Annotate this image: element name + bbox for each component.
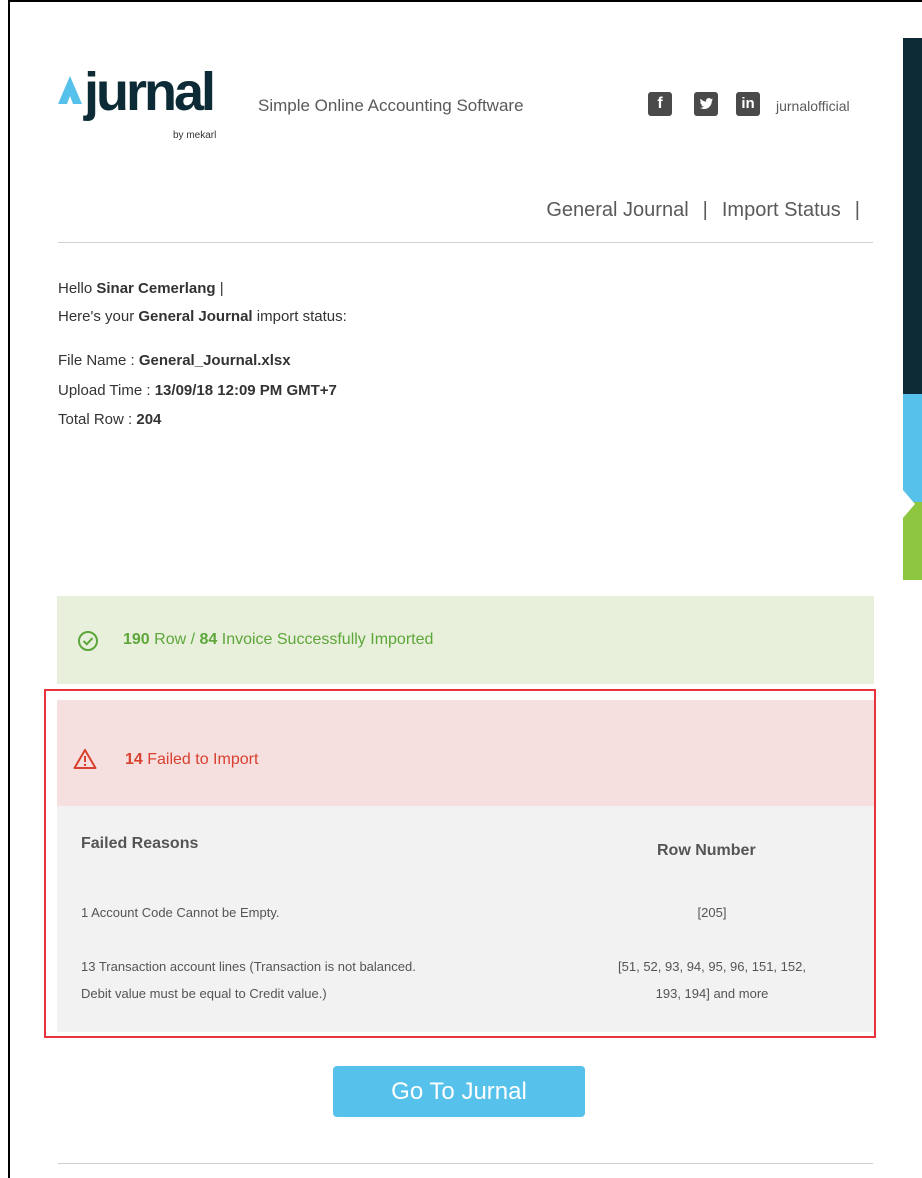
total-row-label: Total Row : bbox=[58, 411, 137, 428]
nav-import-status[interactable]: Import Status bbox=[722, 199, 841, 222]
linkedin-icon[interactable]: in bbox=[736, 92, 760, 116]
jurnal-logo[interactable]: jurnal by mekarl bbox=[56, 62, 246, 148]
breadcrumb: General Journal | Import Status | bbox=[546, 199, 874, 222]
footer-divider bbox=[58, 1163, 873, 1164]
success-message: 190 Row / 84 Invoice Successfully Import… bbox=[123, 631, 433, 649]
logo-wordmark: jurnal bbox=[84, 62, 216, 122]
logo-arrow-icon bbox=[58, 76, 82, 104]
tagline: Simple Online Accounting Software bbox=[258, 96, 524, 115]
nav-separator-trailing: | bbox=[854, 199, 860, 221]
hello-suffix: | bbox=[215, 280, 224, 297]
upload-time-value: 13/09/18 12:09 PM GMT+7 bbox=[154, 382, 337, 399]
nav-general-journal[interactable]: General Journal bbox=[546, 199, 688, 222]
header-divider bbox=[58, 242, 873, 243]
success-row-label: Row / bbox=[149, 631, 200, 648]
check-circle-icon bbox=[78, 631, 98, 651]
upload-time-line: Upload Time : 13/09/18 12:09 PM GMT+7 bbox=[58, 382, 337, 399]
twitter-icon[interactable] bbox=[694, 92, 718, 116]
decor-stripe-notch bbox=[903, 490, 915, 518]
twitter-bird-icon bbox=[699, 98, 714, 109]
failed-highlight-outline bbox=[44, 689, 876, 1038]
status-prefix: Here's your bbox=[58, 308, 139, 325]
file-name-value: General_Journal.xlsx bbox=[138, 352, 291, 369]
greeting-hello: Hello Sinar Cemerlang | bbox=[58, 280, 224, 297]
status-type: General Journal bbox=[138, 308, 253, 325]
decor-stripe-dark bbox=[903, 38, 922, 394]
frame-border-top bbox=[8, 0, 922, 2]
success-row-count: 190 bbox=[123, 631, 150, 648]
user-name: Sinar Cemerlang bbox=[96, 280, 216, 297]
file-name-line: File Name : General_Journal.xlsx bbox=[58, 352, 291, 369]
total-row-line: Total Row : 204 bbox=[58, 411, 161, 428]
upload-time-label: Upload Time : bbox=[58, 382, 155, 399]
go-to-jurnal-button[interactable]: Go To Jurnal bbox=[333, 1066, 585, 1117]
total-row-value: 204 bbox=[136, 411, 162, 428]
success-invoice-label: Invoice Successfully Imported bbox=[217, 631, 434, 648]
hello-prefix: Hello bbox=[58, 280, 97, 297]
greeting-status: Here's your General Journal import statu… bbox=[58, 308, 347, 325]
status-suffix: import status: bbox=[252, 308, 347, 325]
success-banner: 190 Row / 84 Invoice Successfully Import… bbox=[57, 596, 874, 684]
frame-border-left bbox=[8, 0, 10, 1178]
success-invoice-count: 84 bbox=[199, 631, 218, 648]
nav-separator: | bbox=[702, 199, 708, 221]
logo-byline: by mekarl bbox=[173, 130, 217, 141]
social-handle[interactable]: jurnalofficial bbox=[776, 98, 850, 114]
decor-stripe-blue bbox=[903, 394, 922, 502]
facebook-icon[interactable]: f bbox=[648, 92, 672, 116]
file-name-label: File Name : bbox=[58, 352, 139, 369]
